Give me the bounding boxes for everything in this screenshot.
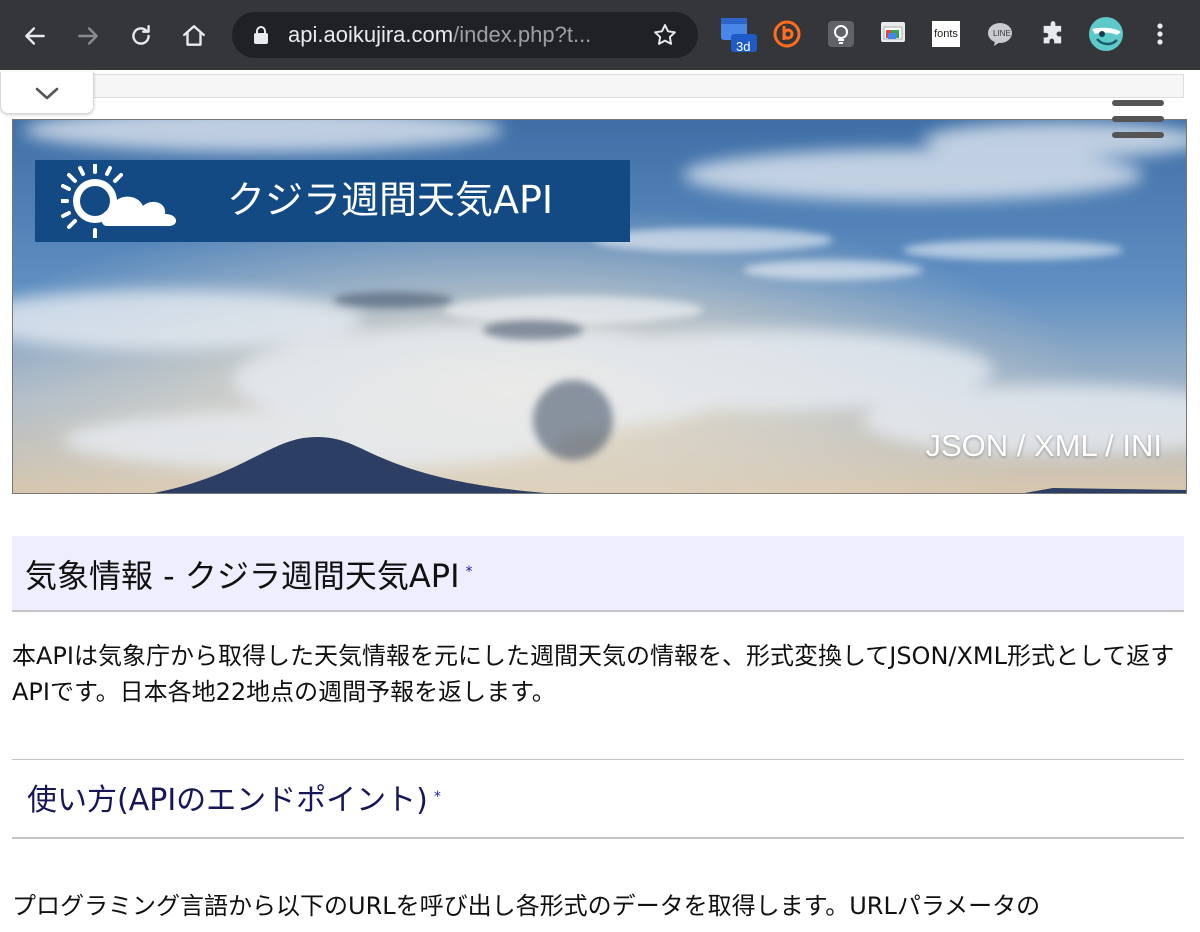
- b-extension-icon: [773, 20, 801, 48]
- collapse-tab[interactable]: [0, 72, 94, 114]
- chrome-menu-button[interactable]: [1144, 18, 1176, 50]
- hero-banner: クジラ週間天気API JSON / XML / INI: [12, 119, 1187, 494]
- main-heading: 気象情報 - クジラ週間天気API *: [12, 536, 1184, 612]
- b-extension[interactable]: [771, 18, 803, 50]
- line-extension-label: LINE: [993, 29, 1011, 38]
- heading-anchor-link[interactable]: *: [466, 564, 473, 580]
- puzzle-icon: [1043, 21, 1062, 44]
- reload-icon: [132, 25, 150, 45]
- logo-banner: クジラ週間天気API: [35, 160, 630, 242]
- hamburger-menu-button[interactable]: [1112, 100, 1164, 140]
- back-button[interactable]: [17, 18, 53, 54]
- window-extension[interactable]: [877, 18, 909, 50]
- lightbulb-icon: [828, 21, 854, 47]
- fonts-extension[interactable]: fonts: [931, 18, 961, 50]
- address-bar[interactable]: api.aoikujira.com/index.php?t...: [232, 12, 698, 58]
- url-path: /index.php?t...: [453, 22, 592, 47]
- banner-title: クジラ週間天気API: [227, 178, 554, 222]
- 3d-extension-badge: 3d: [736, 39, 751, 54]
- lightbulb-extension[interactable]: [825, 18, 857, 50]
- bookmark-star-icon[interactable]: [652, 22, 678, 48]
- arrow-left-icon: [25, 27, 45, 45]
- avatar-icon: [1089, 17, 1123, 51]
- reload-button[interactable]: [123, 18, 159, 54]
- chevron-down-icon: [35, 87, 59, 99]
- usage-paragraph: プログラミング言語から以下のURLを呼び出し各形式のデータを取得します。URLパ…: [12, 892, 1041, 920]
- usage-heading: 使い方(APIのエンドポイント) *: [12, 759, 1184, 839]
- url-text[interactable]: api.aoikujira.com/index.php?t...: [288, 22, 591, 48]
- extensions-button[interactable]: [1037, 18, 1069, 50]
- fonts-extension-icon: fonts: [932, 21, 960, 47]
- url-host: api.aoikujira.com: [288, 22, 454, 47]
- usage-heading-text: 使い方(APIのエンドポイント): [27, 783, 428, 818]
- profile-avatar[interactable]: [1087, 17, 1125, 51]
- main-heading-text: 気象情報 - クジラ週間天気API: [25, 557, 460, 595]
- arrow-right-icon: [78, 27, 98, 45]
- forward-button[interactable]: [70, 18, 106, 54]
- kebab-menu-icon: [1157, 23, 1163, 45]
- home-button[interactable]: [176, 18, 212, 54]
- supported-formats: JSON / XML / INI: [925, 428, 1162, 463]
- lock-icon: [254, 26, 268, 44]
- window-extension-icon: [881, 22, 905, 42]
- home-icon: [183, 25, 205, 46]
- fonts-extension-label: fonts: [934, 28, 958, 40]
- hamburger-line: [1112, 100, 1164, 106]
- sun-cloud-icon: [61, 164, 177, 238]
- usage-anchor-link[interactable]: *: [434, 789, 441, 805]
- intro-paragraph: 本APIは気象庁から取得した天気情報を元にした週間天気の情報を、形式変換してJS…: [12, 642, 1175, 706]
- hamburger-line: [1112, 116, 1164, 122]
- browser-toolbar: api.aoikujira.com/index.php?t... 3d font…: [0, 0, 1200, 70]
- hamburger-line: [1112, 132, 1164, 138]
- 3d-extension[interactable]: 3d: [719, 18, 759, 54]
- line-extension[interactable]: LINE: [984, 18, 1016, 50]
- top-bar: [92, 74, 1184, 98]
